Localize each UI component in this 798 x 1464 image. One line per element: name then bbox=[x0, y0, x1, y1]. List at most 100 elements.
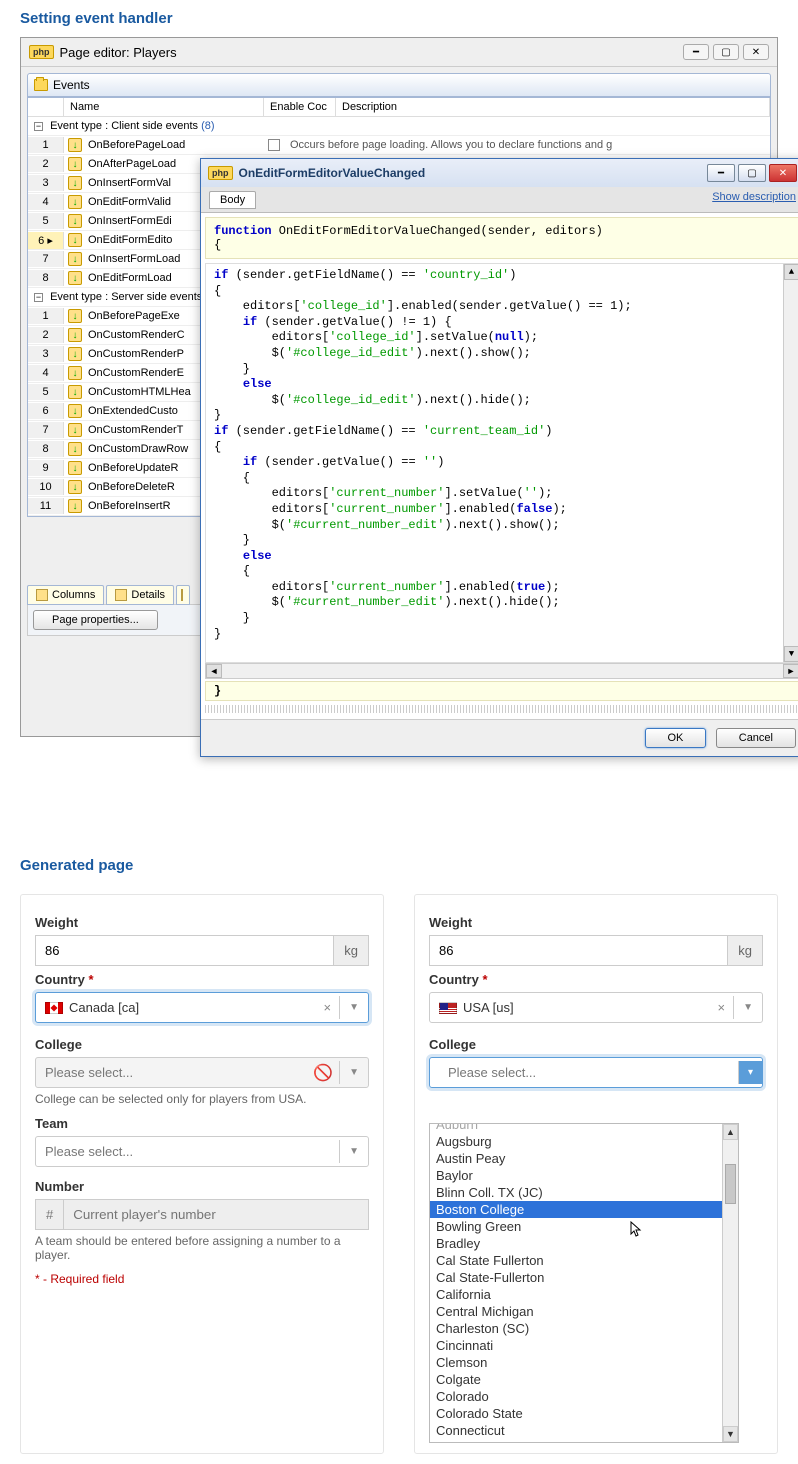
event-icon: ↓ bbox=[68, 328, 82, 342]
dropdown-option[interactable]: Auburn bbox=[430, 1123, 738, 1133]
tab-columns[interactable]: Columns bbox=[27, 585, 104, 605]
dropdown-option[interactable]: Colorado State bbox=[430, 1405, 738, 1422]
events-panel-header[interactable]: Events bbox=[27, 73, 771, 97]
number-input bbox=[63, 1199, 369, 1230]
row-number: 5 bbox=[28, 213, 64, 229]
college-select[interactable]: Please select... ▾ bbox=[429, 1057, 763, 1088]
code-editor-titlebar[interactable]: php OnEditFormEditorValueChanged ━ ▢ ✕ bbox=[201, 159, 798, 187]
weight-input[interactable] bbox=[429, 935, 728, 966]
dropdown-option[interactable]: Cincinnati bbox=[430, 1337, 738, 1354]
event-name: OnEditFormEdito bbox=[88, 234, 172, 246]
enable-checkbox[interactable] bbox=[268, 139, 280, 151]
row-number: 2 bbox=[28, 327, 64, 343]
event-name: OnInsertFormVal bbox=[88, 177, 171, 189]
event-icon: ↓ bbox=[68, 461, 82, 475]
form-card-canada: Weight kg Country * Canada [ca] × ▼ Coll… bbox=[20, 894, 384, 1454]
chevron-down-icon[interactable]: ▾ bbox=[738, 1061, 762, 1084]
dropdown-option[interactable]: Clemson bbox=[430, 1354, 738, 1371]
dropdown-option[interactable]: Austin Peay bbox=[430, 1150, 738, 1167]
col-name[interactable]: Name bbox=[64, 98, 264, 116]
close-button[interactable]: ✕ bbox=[743, 44, 769, 60]
code-editor-textarea[interactable]: if (sender.getFieldName() == 'country_id… bbox=[205, 263, 798, 663]
collapse-icon[interactable]: − bbox=[34, 122, 43, 131]
event-name: OnCustomRenderC bbox=[88, 329, 185, 341]
dropdown-scrollbar[interactable]: ▲▼ bbox=[722, 1124, 738, 1442]
dropdown-option[interactable]: Cal State Fullerton bbox=[430, 1252, 738, 1269]
page-properties-button[interactable]: Page properties... bbox=[33, 610, 158, 630]
tab-details[interactable]: Details bbox=[106, 585, 174, 605]
event-name: OnCustomRenderP bbox=[88, 348, 184, 360]
event-name: OnBeforeDeleteR bbox=[88, 481, 175, 493]
event-row[interactable]: 1 ↓OnBeforePageLoadOccurs before page lo… bbox=[28, 136, 770, 155]
weight-input[interactable] bbox=[35, 935, 334, 966]
number-hint: A team should be entered before assignin… bbox=[35, 1234, 369, 1262]
event-name: OnAfterPageLoad bbox=[88, 158, 176, 170]
chevron-down-icon[interactable]: ▼ bbox=[733, 996, 762, 1019]
close-button[interactable]: ✕ bbox=[769, 164, 797, 182]
grid-header: Name Enable Coc Description bbox=[28, 98, 770, 117]
row-number: 1 bbox=[28, 137, 64, 153]
chevron-down-icon[interactable]: ▼ bbox=[339, 1140, 368, 1163]
dropdown-option[interactable]: Colgate bbox=[430, 1371, 738, 1388]
columns-icon bbox=[36, 589, 48, 601]
chevron-down-icon[interactable]: ▼ bbox=[339, 996, 368, 1019]
dropdown-option[interactable]: Creighton bbox=[430, 1439, 738, 1443]
row-number: 4 bbox=[28, 194, 64, 210]
page-editor-titlebar[interactable]: php Page editor: Players ━ ▢ ✕ bbox=[21, 38, 777, 67]
dropdown-option[interactable]: Blinn Coll. TX (JC) bbox=[430, 1184, 738, 1201]
event-icon: ↓ bbox=[68, 214, 82, 228]
dropdown-option[interactable]: Boston College bbox=[430, 1201, 738, 1218]
row-number: 10 bbox=[28, 479, 64, 495]
col-enable[interactable]: Enable Coc bbox=[264, 98, 336, 116]
clear-icon[interactable]: × bbox=[316, 1000, 340, 1015]
tab-extra[interactable] bbox=[176, 585, 190, 605]
dropdown-option[interactable]: Bowling Green bbox=[430, 1218, 738, 1235]
minimize-button[interactable]: ━ bbox=[707, 164, 735, 182]
collapse-icon[interactable]: − bbox=[34, 293, 43, 302]
cancel-button[interactable]: Cancel bbox=[716, 728, 796, 748]
col-desc[interactable]: Description bbox=[336, 98, 770, 116]
row-number: 5 bbox=[28, 384, 64, 400]
body-tab[interactable]: Body bbox=[209, 191, 256, 209]
php-icon: php bbox=[29, 45, 54, 59]
college-label: College bbox=[35, 1037, 369, 1052]
dropdown-option[interactable]: Bradley bbox=[430, 1235, 738, 1252]
dropdown-option[interactable]: Charleston (SC) bbox=[430, 1320, 738, 1337]
college-dropdown[interactable]: ▲▼ AuburnAugsburgAustin PeayBaylorBlinn … bbox=[429, 1123, 739, 1443]
clear-icon[interactable]: × bbox=[710, 1000, 734, 1015]
vertical-scrollbar[interactable]: ▲▼ bbox=[783, 264, 798, 662]
event-name: OnCustomRenderE bbox=[88, 367, 184, 379]
dropdown-option[interactable]: Cal State-Fullerton bbox=[430, 1269, 738, 1286]
college-label: College bbox=[429, 1037, 763, 1052]
minimize-button[interactable]: ━ bbox=[683, 44, 709, 60]
signature-close: } bbox=[205, 681, 798, 701]
event-icon: ↓ bbox=[68, 480, 82, 494]
event-icon: ↓ bbox=[68, 157, 82, 171]
ok-button[interactable]: OK bbox=[645, 728, 707, 748]
horizontal-scrollbar[interactable]: ◄► bbox=[205, 663, 798, 679]
code-editor-title: OnEditFormEditorValueChanged bbox=[239, 166, 705, 180]
maximize-button[interactable]: ▢ bbox=[713, 44, 739, 60]
row-number: 9 bbox=[28, 460, 64, 476]
row-number: 3 bbox=[28, 346, 64, 362]
group-client-events[interactable]: − Event type : Client side events (8) bbox=[28, 117, 770, 136]
tab-icon bbox=[181, 589, 183, 601]
dropdown-option[interactable]: Connecticut bbox=[430, 1422, 738, 1439]
resize-grip[interactable] bbox=[205, 705, 798, 713]
dropdown-option[interactable]: California bbox=[430, 1286, 738, 1303]
event-icon: ↓ bbox=[68, 404, 82, 418]
row-number: 8 bbox=[28, 270, 64, 286]
details-icon bbox=[115, 589, 127, 601]
dropdown-option[interactable]: Augsburg bbox=[430, 1133, 738, 1150]
weight-unit: kg bbox=[728, 935, 763, 966]
country-select[interactable]: USA [us] × ▼ bbox=[429, 992, 763, 1023]
dropdown-option[interactable]: Colorado bbox=[430, 1388, 738, 1405]
team-select[interactable]: Please select... ▼ bbox=[35, 1136, 369, 1167]
dropdown-option[interactable]: Baylor bbox=[430, 1167, 738, 1184]
college-select-disabled: Please select... 🚫 ▼ bbox=[35, 1057, 369, 1088]
dropdown-option[interactable]: Central Michigan bbox=[430, 1303, 738, 1320]
show-description-link[interactable]: Show description bbox=[712, 191, 796, 209]
country-select[interactable]: Canada [ca] × ▼ bbox=[35, 992, 369, 1023]
maximize-button[interactable]: ▢ bbox=[738, 164, 766, 182]
event-icon: ↓ bbox=[68, 138, 82, 152]
